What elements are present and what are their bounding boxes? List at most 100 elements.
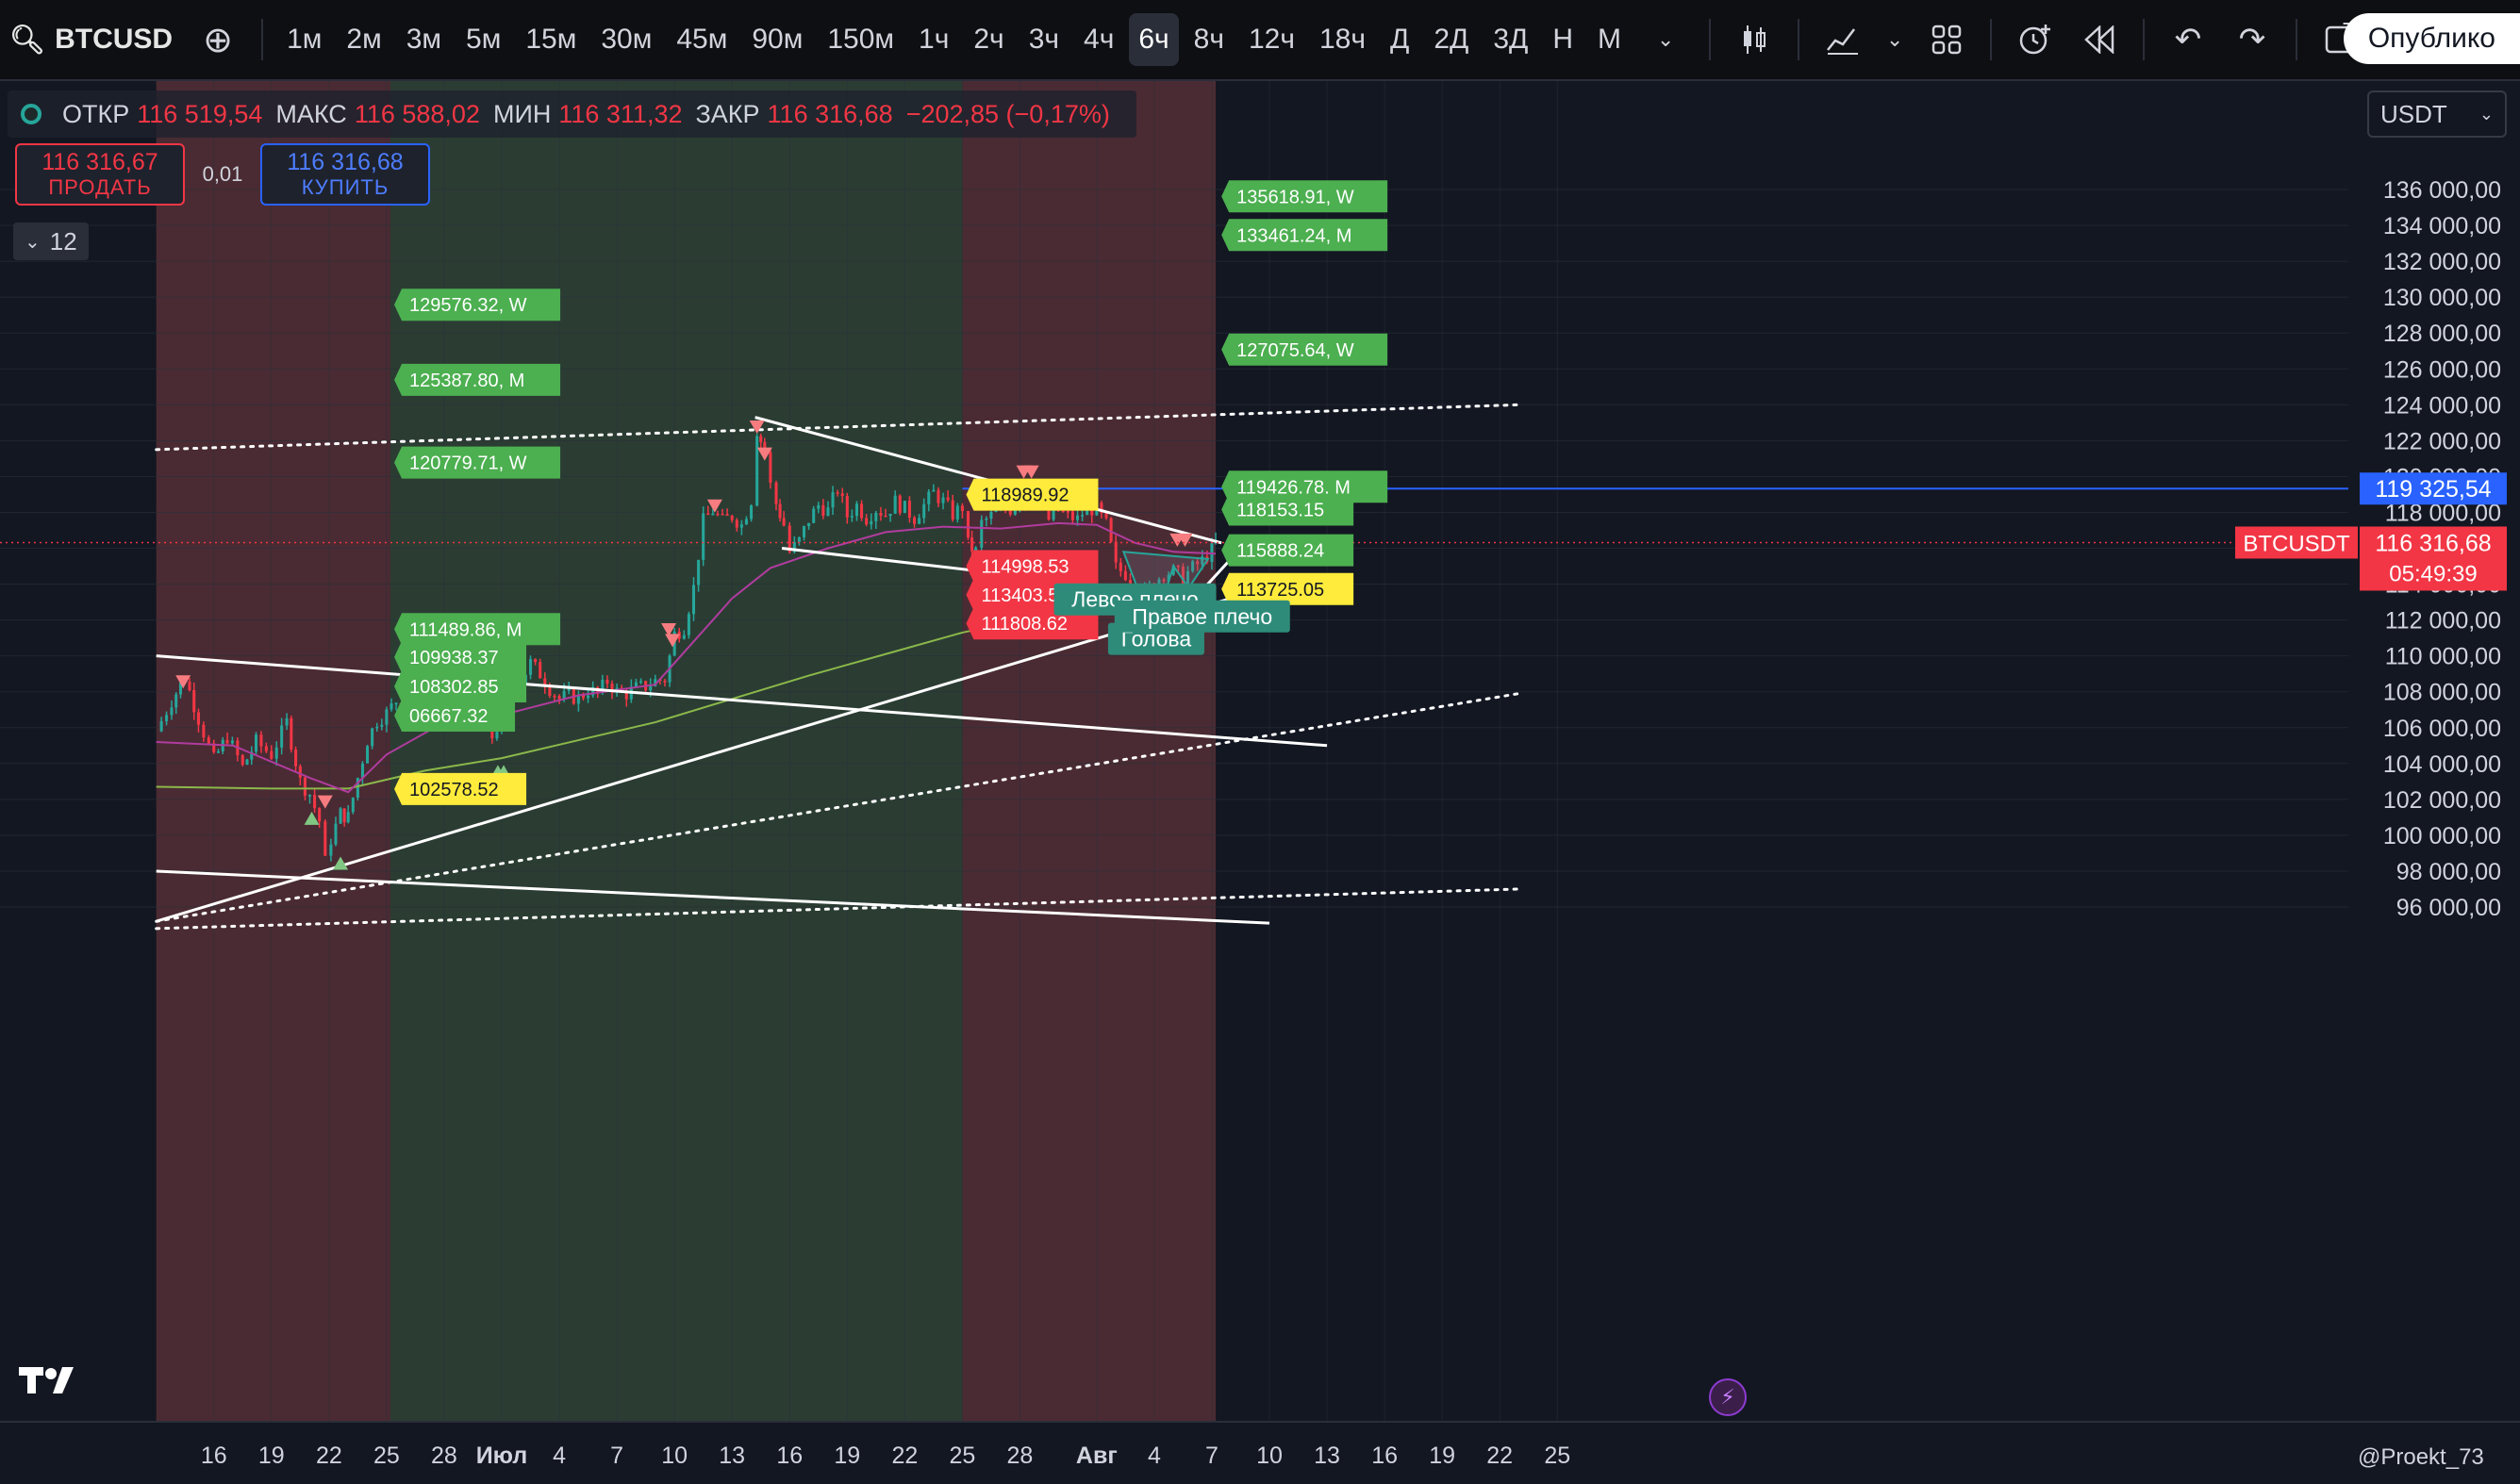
alert-clock-icon[interactable] — [2009, 13, 2062, 66]
level-price-label: 119 325,54 — [2375, 476, 2491, 503]
interval-button[interactable]: 8ч — [1185, 13, 1234, 66]
indicators-count: 12 — [49, 226, 77, 256]
candle-up — [831, 492, 835, 508]
time-tick-label: 22 — [891, 1443, 918, 1469]
candle-up — [285, 717, 289, 726]
candle-up — [634, 682, 638, 687]
interval-button[interactable]: 150м — [818, 13, 904, 66]
candle-down — [960, 505, 964, 512]
redo-icon[interactable]: ↷ — [2226, 13, 2279, 66]
time-tick-label: 16 — [1371, 1443, 1398, 1469]
close-value: 116 316,68 — [767, 99, 893, 128]
interval-button[interactable]: 18ч — [1310, 13, 1375, 66]
interval-button[interactable]: 1ч — [909, 13, 958, 66]
interval-button[interactable]: 45м — [667, 13, 737, 66]
toolbar-divider — [261, 19, 264, 60]
candle-down — [294, 750, 298, 767]
price-tick-label: 130 000,00 — [2383, 285, 2501, 311]
candle-down — [706, 513, 710, 516]
candle-down — [1114, 541, 1118, 563]
candle-down — [782, 518, 786, 526]
candle-down — [318, 808, 322, 822]
price-tick-label: 96 000,00 — [2396, 895, 2501, 921]
candle-down — [845, 496, 849, 518]
sell-button[interactable]: 116 316,67 ПРОДАТЬ — [15, 143, 185, 206]
symbol-search[interactable]: 🔍︎ BTCUSD — [0, 0, 186, 79]
indicators-collapse-button[interactable]: ⌄ 12 — [13, 223, 89, 260]
indicators-icon[interactable] — [1816, 13, 1869, 66]
fib-level-label: 129576.32, W — [409, 295, 527, 316]
chevron-down-icon: ⌄ — [25, 231, 41, 253]
candle-up — [711, 513, 715, 516]
fib-level-label: 111489.86, M — [409, 619, 522, 640]
candles-icon[interactable] — [1728, 13, 1781, 66]
candle-down — [946, 497, 950, 501]
candle-down — [240, 755, 244, 765]
candle-down — [202, 724, 206, 738]
candle-up — [165, 715, 169, 721]
currency-select[interactable]: USDT ⌄ — [2367, 91, 2507, 138]
publish-button[interactable]: Опублико — [2343, 13, 2520, 64]
candle-down — [865, 518, 869, 525]
sell-label: ПРОДАТЬ — [48, 175, 152, 199]
candle-up — [329, 844, 333, 856]
change-value: −202,85 (−0,17%) — [905, 99, 1110, 128]
interval-button[interactable]: 30м — [591, 13, 661, 66]
candle-up — [159, 720, 163, 732]
interval-button[interactable]: 5м — [456, 13, 510, 66]
interval-button[interactable]: 6ч — [1129, 13, 1179, 66]
candle-up — [922, 503, 926, 519]
candle-up — [817, 504, 821, 509]
toolbar-divider — [2296, 19, 2298, 60]
market-status-icon — [21, 104, 41, 124]
price-tick-label: 124 000,00 — [2383, 392, 2501, 419]
candle-down — [663, 680, 667, 683]
interval-button[interactable]: 15м — [516, 13, 586, 66]
candle-up — [797, 536, 801, 542]
undo-icon[interactable]: ↶ — [2162, 13, 2214, 66]
time-tick-label: 7 — [1205, 1443, 1219, 1469]
time-tick-label: 25 — [1544, 1443, 1570, 1469]
interval-button[interactable]: 2м — [337, 13, 390, 66]
candle-down — [1066, 511, 1069, 513]
interval-button[interactable]: 2ч — [964, 13, 1013, 66]
candle-up — [528, 659, 533, 675]
high-value: 116 588,02 — [354, 99, 480, 128]
chevron-down-icon[interactable]: ⌄ — [1881, 13, 1909, 66]
candle-down — [716, 513, 720, 516]
buy-button[interactable]: 116 316,68 КУПИТЬ — [260, 143, 430, 206]
compare-add-icon[interactable]: ⊕ — [191, 13, 244, 66]
interval-button[interactable]: Н — [1543, 13, 1583, 66]
candle-down — [970, 536, 974, 552]
price-tick-label: 110 000,00 — [2385, 644, 2501, 670]
interval-button[interactable]: 3ч — [1020, 13, 1069, 66]
time-tick-label: 19 — [258, 1443, 285, 1469]
layout-grid-icon[interactable] — [1920, 13, 1973, 66]
interval-button[interactable]: 3Д — [1484, 13, 1537, 66]
interval-button[interactable]: 1м — [277, 13, 331, 66]
price-chart[interactable]: 129576.32, W 125387.80, M 120779.71, W 1114… — [0, 81, 2520, 1484]
lightning-icon[interactable]: ⚡ — [1709, 1378, 1747, 1416]
replay-icon[interactable] — [2073, 13, 2126, 66]
candle-down — [259, 734, 263, 747]
fib-level-label: 111808.62 — [981, 614, 1068, 635]
candle-up — [755, 436, 759, 506]
interval-button[interactable]: 2Д — [1424, 13, 1478, 66]
candle-up — [380, 724, 384, 727]
interval-button[interactable]: М — [1588, 13, 1631, 66]
time-tick-label: 25 — [949, 1443, 975, 1469]
interval-button[interactable]: 4ч — [1074, 13, 1123, 66]
candle-down — [951, 500, 954, 519]
candle-up — [587, 695, 590, 699]
interval-button[interactable]: 3м — [397, 13, 451, 66]
candle-up — [280, 725, 284, 748]
interval-button[interactable]: Д — [1381, 13, 1418, 66]
price-tick-label: 106 000,00 — [2383, 716, 2501, 742]
time-tick-label: 22 — [316, 1443, 342, 1469]
interval-button[interactable]: 90м — [742, 13, 812, 66]
candle-up — [807, 522, 811, 527]
candle-up — [366, 746, 370, 764]
candle-down — [778, 503, 782, 519]
chevron-down-icon[interactable]: ⌄ — [1639, 13, 1692, 66]
interval-button[interactable]: 12ч — [1239, 13, 1304, 66]
